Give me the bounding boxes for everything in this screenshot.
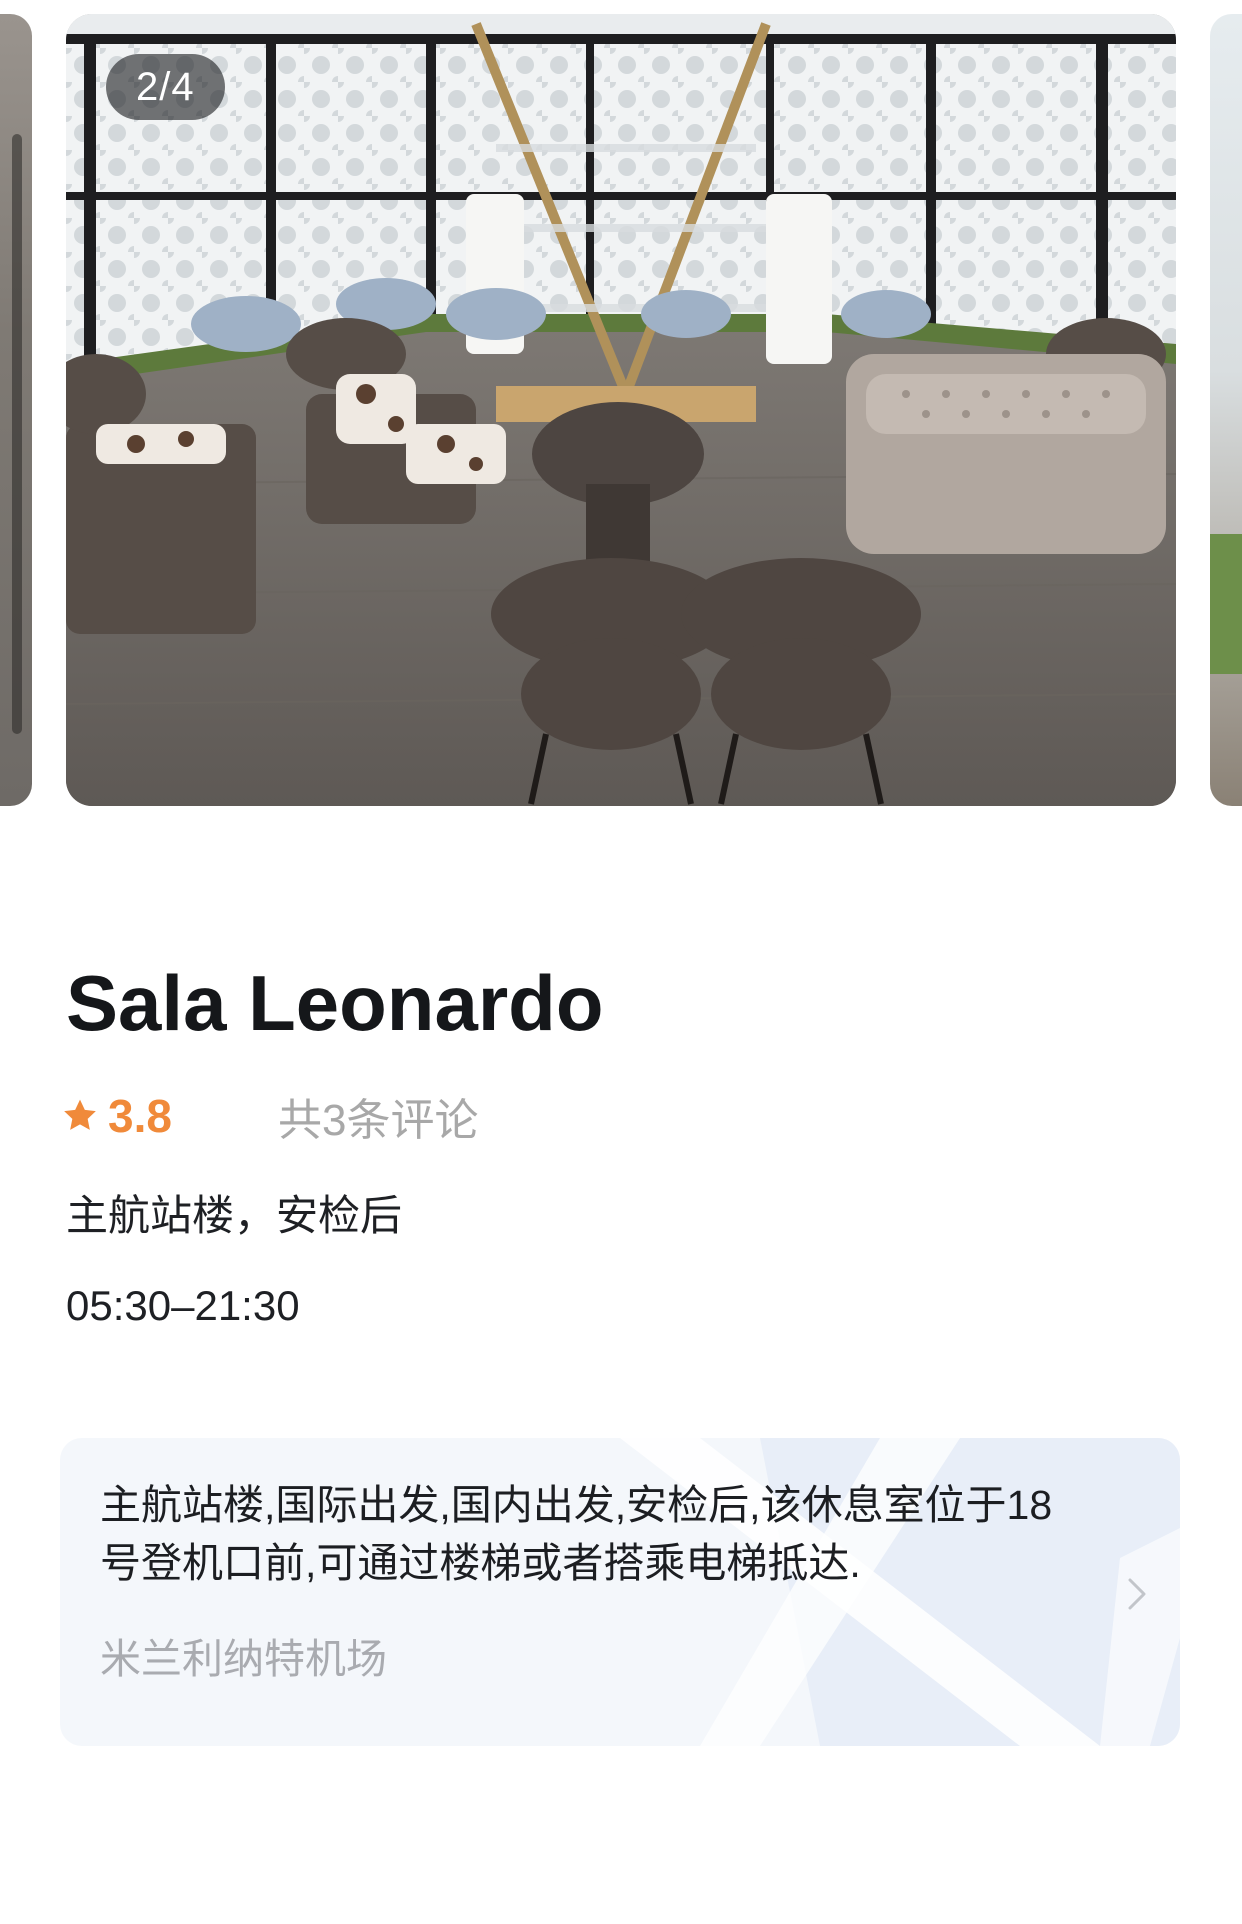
rating-score: 3.8 xyxy=(108,1090,172,1142)
lounge-interior-illustration xyxy=(66,14,1176,806)
lounge-name: Sala Leonardo xyxy=(66,959,604,1047)
opening-hours: 05:30–21:30 xyxy=(66,1282,300,1329)
lounge-location: 主航站楼，安检后 xyxy=(66,1192,403,1239)
previous-photo-peek[interactable] xyxy=(0,14,32,806)
photo-page-indicator: 2/4 xyxy=(106,54,225,120)
rating-row[interactable]: 3.8 共3条评论 xyxy=(60,1086,478,1146)
airport-name: 米兰利纳特机场 xyxy=(100,1636,387,1682)
lounge-directions: 主航站楼,国际出发,国内出发,安检后,该休息室位于18号登机口前,可通过楼梯或者… xyxy=(100,1482,1053,1586)
photo-carousel[interactable]: 2/4 xyxy=(0,0,1242,810)
lounge-photo[interactable]: 2/4 xyxy=(66,14,1176,806)
next-photo-peek[interactable] xyxy=(1210,14,1242,806)
star-icon xyxy=(64,1099,96,1130)
chevron-right-icon[interactable] xyxy=(1126,1576,1150,1612)
location-description-card[interactable]: 主航站楼,国际出发,国内出发,安检后,该休息室位于18号登机口前,可通过楼梯或者… xyxy=(60,1438,1180,1746)
lounge-detail-page: 2/4 Sala Leonardo 3.8 共3条评论 主航站楼，安检后 05:… xyxy=(0,0,1242,1924)
review-count-link[interactable]: 共3条评论 xyxy=(278,1084,478,1148)
